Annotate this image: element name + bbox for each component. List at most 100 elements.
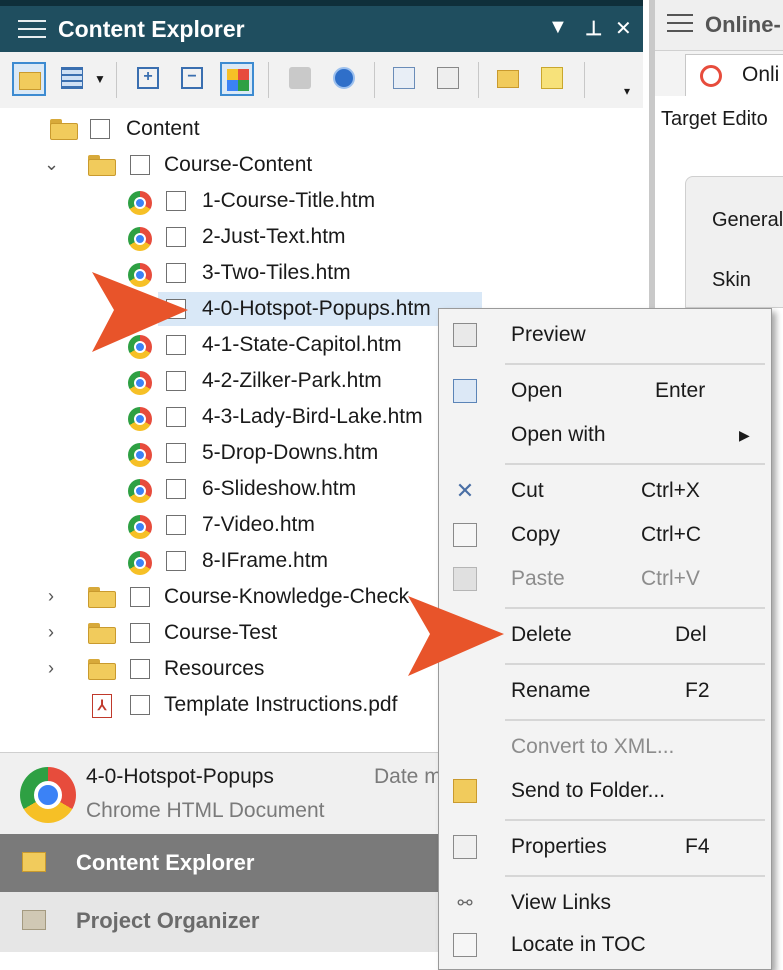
new-file-button[interactable] <box>536 62 570 96</box>
tree-file[interactable]: 2-Just-Text.htm <box>0 220 640 254</box>
refresh-button[interactable] <box>328 62 362 96</box>
tree-item-label: 1-Course-Title.htm <box>202 189 376 212</box>
panel-title: Content Explorer <box>58 16 245 42</box>
nav-label: Content Explorer <box>76 850 255 875</box>
tree-folder-course-content[interactable]: ⌄ Course-Content <box>0 148 640 182</box>
tree-item-label: Course-Content <box>164 153 313 176</box>
menu-shortcut: Del <box>675 623 707 646</box>
checkbox[interactable] <box>166 191 186 211</box>
checkbox[interactable] <box>166 443 186 463</box>
properties-button[interactable] <box>432 62 466 96</box>
chevron-right-icon[interactable]: › <box>44 586 58 607</box>
open-button[interactable] <box>388 62 422 96</box>
menu-label: Delete <box>511 623 572 646</box>
chevron-right-icon[interactable]: › <box>44 658 58 679</box>
checkbox[interactable] <box>130 623 150 643</box>
hamburger-menu-icon[interactable] <box>667 14 693 34</box>
folder-icon <box>19 72 41 90</box>
new-folder-icon <box>497 70 519 88</box>
pdf-icon: ⅄ <box>92 694 112 718</box>
checkbox[interactable] <box>130 155 150 175</box>
bind-icon <box>289 67 311 89</box>
checkbox[interactable] <box>130 659 150 679</box>
expand-icon: + <box>137 67 159 89</box>
checkbox[interactable] <box>166 371 186 391</box>
menu-item-locate-in-toc[interactable]: Locate in TOC <box>439 925 771 965</box>
date-modified-label: Date m <box>374 765 442 788</box>
chrome-icon <box>128 227 152 251</box>
open-icon <box>393 67 415 89</box>
expand-all-button[interactable]: + <box>132 62 166 96</box>
tree-item-label: Course-Test <box>164 621 278 644</box>
menu-item-view-links[interactable]: ⚯ View Links <box>439 883 771 923</box>
overflow-icon[interactable]: ▾ <box>624 84 630 98</box>
side-tabs: General Skin <box>685 176 783 308</box>
collapse-all-button[interactable]: − <box>176 62 210 96</box>
checkbox[interactable] <box>166 407 186 427</box>
chevron-right-icon[interactable]: › <box>44 622 58 643</box>
bind-button[interactable] <box>284 62 318 96</box>
checkbox[interactable] <box>166 227 186 247</box>
menu-label: Open with <box>511 423 606 446</box>
pin-icon[interactable]: ⊥ <box>585 16 602 41</box>
folder-open-icon <box>88 155 116 176</box>
tree-file-selected[interactable]: 4-0-Hotspot-Popups.htm <box>158 292 482 326</box>
dropdown-icon[interactable]: ▼ <box>548 16 568 39</box>
menu-label: View Links <box>511 891 611 914</box>
chrome-icon <box>20 767 76 823</box>
menu-label: Send to Folder... <box>511 779 666 802</box>
file-name: 4-0-Hotspot-Popups <box>86 765 274 788</box>
view-mode-button[interactable] <box>56 62 90 96</box>
checkbox[interactable] <box>90 119 110 139</box>
chrome-icon <box>128 479 152 503</box>
chrome-icon <box>128 551 152 575</box>
folder-icon <box>88 623 116 644</box>
menu-item-send-to-folder[interactable]: Send to Folder... <box>439 771 771 811</box>
target-editor-header: Target Edito <box>655 96 783 146</box>
checkbox[interactable] <box>130 587 150 607</box>
send-to-folder-icon <box>453 779 477 803</box>
folder-open-icon <box>50 119 78 140</box>
menu-item-copy[interactable]: Copy Ctrl+C <box>439 515 771 555</box>
menu-item-open-with[interactable]: Open with ▶ <box>439 415 771 455</box>
menu-item-cut[interactable]: ✕ Cut Ctrl+X <box>439 471 771 511</box>
menu-shortcut: Ctrl+X <box>641 479 700 502</box>
refresh-icon <box>333 67 355 89</box>
tree-file[interactable]: 1-Course-Title.htm <box>0 184 640 218</box>
link-icon: ⚯ <box>457 893 473 913</box>
checkbox[interactable] <box>166 515 186 535</box>
locate-toc-icon <box>453 933 477 957</box>
chrome-icon <box>128 443 152 467</box>
checkbox[interactable] <box>166 479 186 499</box>
show-file-types-button[interactable] <box>220 62 254 96</box>
tree-item-label: Course-Knowledge-Check <box>164 585 410 608</box>
tree-item-label: 7-Video.htm <box>202 513 315 536</box>
menu-label: Copy <box>511 523 561 546</box>
checkbox[interactable] <box>166 551 186 571</box>
hamburger-menu-icon[interactable] <box>18 20 46 40</box>
menu-item-preview[interactable]: Preview <box>439 315 771 355</box>
tab-general[interactable]: General <box>712 209 783 232</box>
menu-item-convert-to-xml[interactable]: Convert to XML... <box>439 727 771 767</box>
tree-item-label: 6-Slideshow.htm <box>202 477 357 500</box>
nav-label: Project Organizer <box>76 908 260 933</box>
menu-item-properties[interactable]: Properties F4 <box>439 827 771 867</box>
tab-online-target[interactable]: Onli <box>685 54 783 97</box>
checkbox[interactable] <box>130 695 150 715</box>
menu-label: Cut <box>511 479 544 502</box>
menu-label: Open <box>511 379 563 402</box>
project-organizer-icon <box>22 910 46 930</box>
new-folder-button[interactable] <box>492 62 526 96</box>
tree-item-label: 4-3-Lady-Bird-Lake.htm <box>202 405 423 428</box>
chevron-down-icon[interactable]: ⌄ <box>44 154 59 175</box>
tree-root[interactable]: Content <box>0 112 640 146</box>
show-files-button[interactable] <box>12 62 46 96</box>
close-icon[interactable]: ✕ <box>615 16 632 41</box>
chevron-down-icon[interactable]: ▼ <box>94 72 106 86</box>
menu-item-open[interactable]: Open Enter <box>439 371 771 411</box>
paste-icon <box>453 567 477 591</box>
tab-skin[interactable]: Skin <box>712 269 751 292</box>
menu-shortcut: Enter <box>655 379 706 402</box>
menu-shortcut: Ctrl+C <box>641 523 702 546</box>
chrome-icon <box>128 191 152 215</box>
